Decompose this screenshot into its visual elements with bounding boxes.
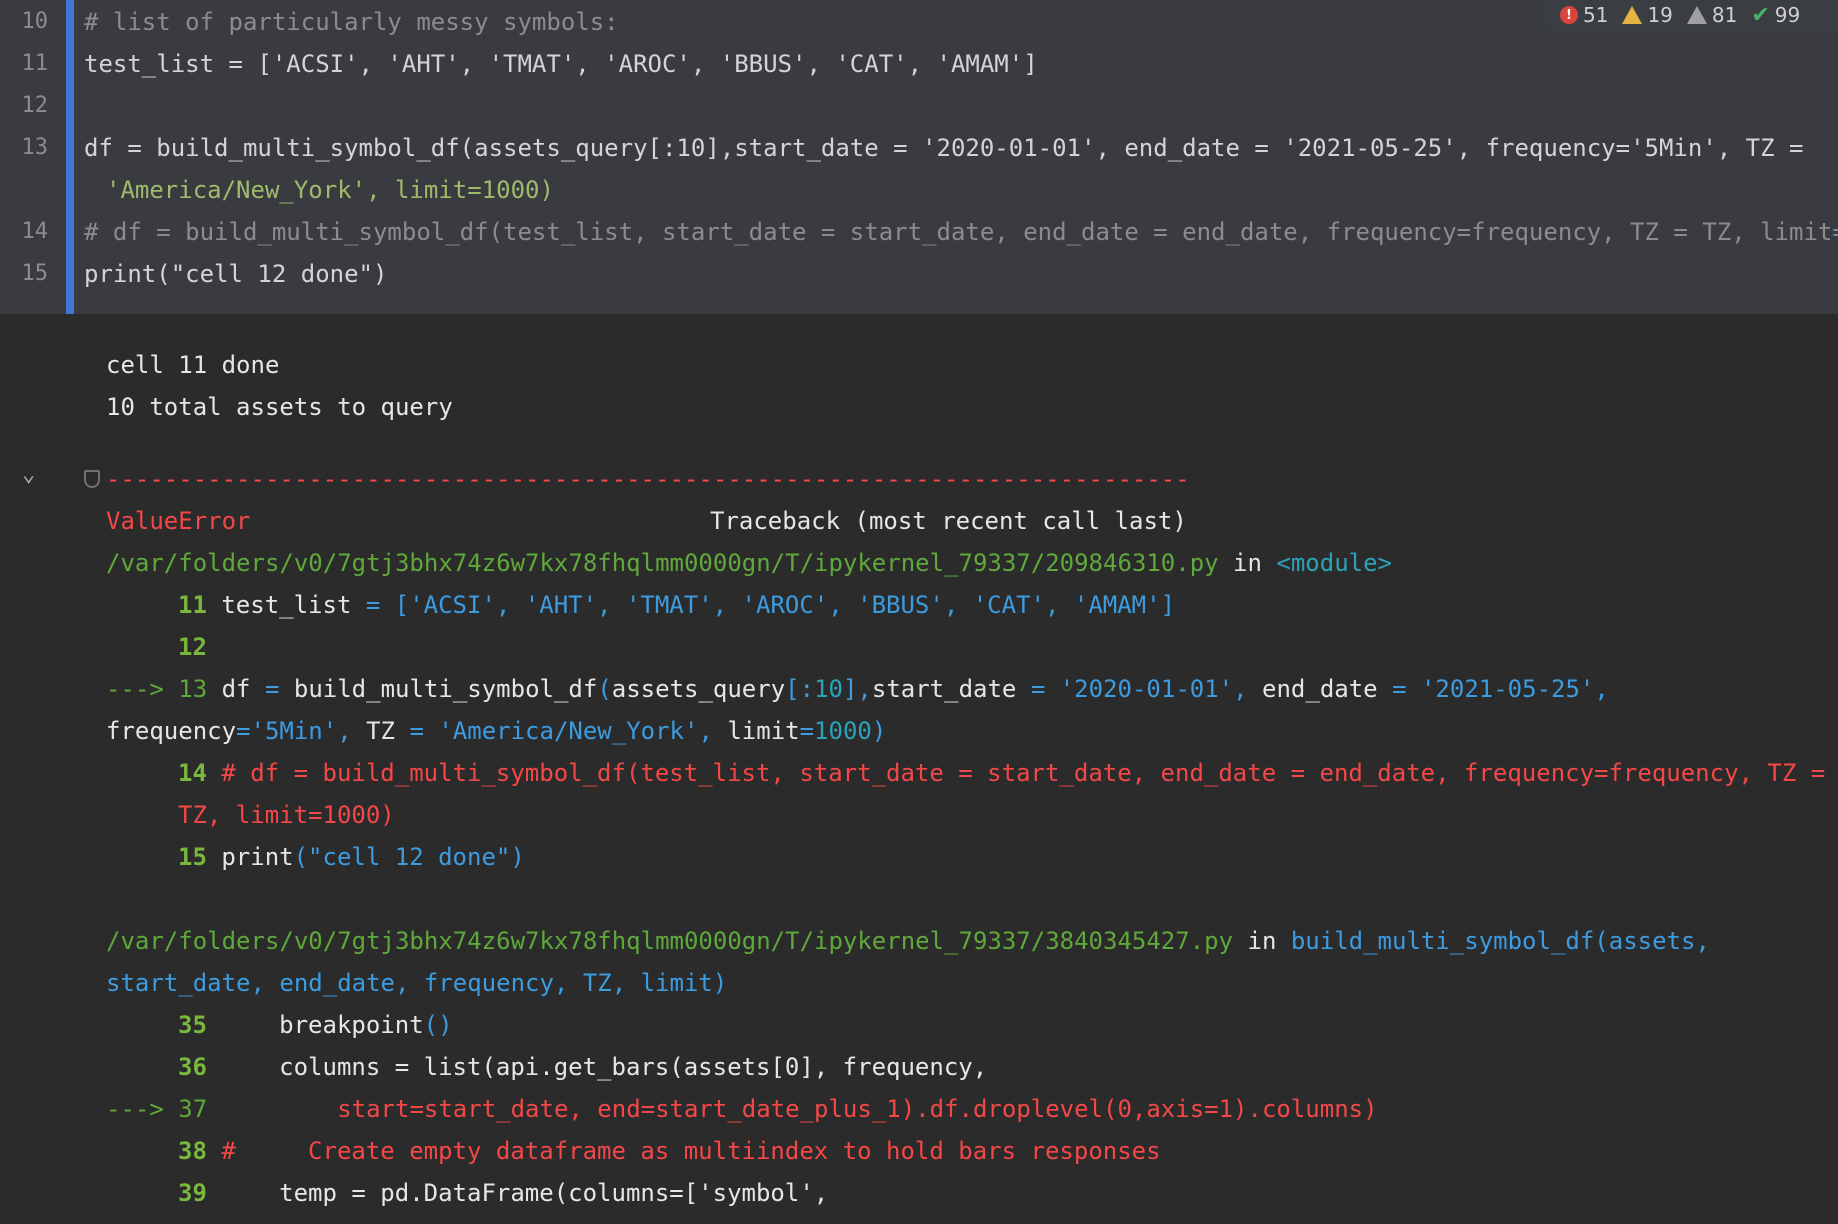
traceback-code-line: 12: [178, 633, 207, 661]
frame-location: <module>: [1276, 549, 1392, 577]
line-number: 13: [21, 135, 49, 160]
code-line[interactable]: print("cell 12 done"): [84, 253, 387, 295]
line-number: 10: [21, 9, 49, 34]
code-line[interactable]: test_list = ['ACSI', 'AHT', 'TMAT', 'ARO…: [84, 43, 1038, 85]
traceback-code-line: ---> 37 start=start_date, end=start_date…: [106, 1095, 1378, 1123]
traceback-code-line: 36 columns = list(api.get_bars(assets[0]…: [178, 1053, 988, 1081]
traceback-header: Traceback (most recent call last): [710, 507, 1187, 535]
stdout-line: cell 11 done: [106, 351, 280, 379]
check-icon: ✔: [1751, 2, 1770, 28]
code-line[interactable]: 'America/New_York', limit=1000): [106, 169, 554, 211]
traceback-code-line: 35 breakpoint(): [178, 1011, 453, 1039]
frame-location: build_multi_symbol_df(assets,: [1290, 927, 1710, 955]
code-line[interactable]: df = build_multi_symbol_df(assets_query[…: [84, 127, 1803, 169]
traceback-frame: /var/folders/v0/7gtj3bhx74z6w7kx78fhqlmm…: [106, 927, 1710, 955]
ok-count[interactable]: ✔ 99: [1751, 3, 1800, 28]
traceback-separator: ----------------------------------------…: [106, 465, 1190, 493]
chevron-down-icon[interactable]: ⌄: [22, 462, 46, 487]
traceback-code-line: 38 # Create empty dataframe as multiinde…: [178, 1137, 1161, 1165]
code-cell[interactable]: 10 11 12 13 14 15 # list of particularly…: [0, 0, 1838, 314]
traceback-code-line: ---> 13 df = build_multi_symbol_df(asset…: [106, 675, 1609, 703]
cell-selection-bar: [66, 0, 74, 314]
traceback-code-line: 11 test_list = ['ACSI', 'AHT', 'TMAT', '…: [178, 591, 1176, 619]
traceback-frame: /var/folders/v0/7gtj3bhx74z6w7kx78fhqlmm…: [106, 549, 1392, 577]
frame-path[interactable]: /var/folders/v0/7gtj3bhx74z6w7kx78fhqlmm…: [106, 549, 1219, 577]
code-line[interactable]: # df = build_multi_symbol_df(test_list, …: [84, 211, 1838, 253]
weak-warning-icon: [1686, 6, 1707, 24]
error-name: ValueError: [106, 507, 251, 535]
error-count[interactable]: ! 51: [1560, 3, 1608, 27]
line-number: 12: [21, 93, 49, 118]
traceback-code-line: 15 print("cell 12 done"): [178, 843, 525, 871]
fold-icon[interactable]: [84, 470, 100, 488]
traceback-code-line: TZ, limit=1000): [178, 801, 395, 829]
code-line[interactable]: # list of particularly messy symbols:: [84, 1, 619, 43]
frame-location-cont: start_date, end_date, frequency, TZ, lim…: [106, 969, 728, 997]
stdout-line: 10 total assets to query: [106, 393, 453, 421]
frame-path[interactable]: /var/folders/v0/7gtj3bhx74z6w7kx78fhqlmm…: [106, 927, 1233, 955]
warning-count[interactable]: 19: [1622, 3, 1673, 27]
line-number: 11: [21, 51, 49, 76]
traceback-code-line: 39 temp = pd.DataFrame(columns=['symbol'…: [178, 1179, 829, 1207]
error-icon: !: [1560, 6, 1578, 24]
line-number: 15: [21, 261, 49, 286]
warning-icon: [1622, 6, 1643, 24]
traceback-code-line: frequency='5Min', TZ = 'America/New_York…: [106, 717, 887, 745]
traceback-code-line: 14 # df = build_multi_symbol_df(test_lis…: [178, 759, 1826, 787]
weak-warning-count[interactable]: 81: [1686, 3, 1737, 27]
inspection-widget[interactable]: ! 51 19 81 ✔ 99: [1542, 0, 1838, 30]
line-number: 14: [21, 219, 49, 244]
